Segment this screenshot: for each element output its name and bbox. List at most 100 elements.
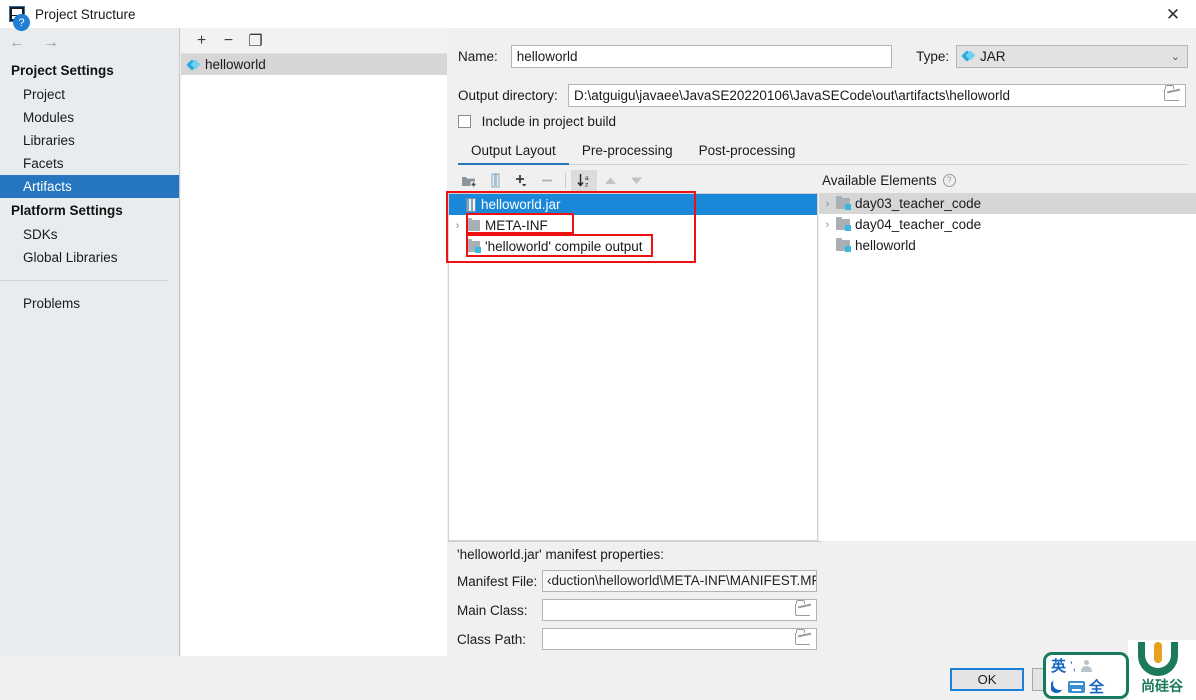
available-elements-header: Available Elements ? <box>822 168 956 193</box>
tab-pre-processing[interactable]: Pre-processing <box>569 143 686 164</box>
available-elements-tree[interactable]: › day03_teacher_code › day04_teacher_cod… <box>819 193 1196 541</box>
available-row-day04[interactable]: › day04_teacher_code <box>819 214 1196 235</box>
ime-width-label[interactable]: 全 <box>1089 676 1104 697</box>
chevron-right-icon[interactable]: › <box>449 220 466 232</box>
artifacts-list-panel: + − ❐ helloworld <box>181 28 447 656</box>
artifact-editor-panel: Name: helloworld Type: JAR ⌄ Output dire… <box>448 28 1196 656</box>
sidebar-item-project[interactable]: Project <box>0 83 179 106</box>
manifest-properties-section: 'helloworld.jar' manifest properties: Ma… <box>448 541 822 654</box>
main-class-input[interactable] <box>542 599 817 621</box>
artifacts-toolbar: + − ❐ <box>181 28 447 54</box>
tree-row-label: 'helloworld' compile output <box>485 239 643 254</box>
tree-row-helloworld-jar[interactable]: helloworld.jar <box>449 194 817 215</box>
output-layout-toolbar: a z <box>450 168 820 193</box>
ime-language-label[interactable]: 英 <box>1051 655 1066 676</box>
tab-post-processing[interactable]: Post-processing <box>686 143 809 164</box>
available-row-day03[interactable]: › day03_teacher_code <box>819 193 1196 214</box>
artifact-item-label: helloworld <box>205 57 266 72</box>
copy-artifact-icon[interactable]: ❐ <box>242 29 269 53</box>
output-directory-row: Output directory: D:\atguigu\javaee\Java… <box>458 83 1188 107</box>
keyboard-icon[interactable] <box>1068 681 1085 693</box>
settings-sidebar: ← → Project Settings Project Modules Lib… <box>0 28 180 656</box>
footer-help-icon[interactable]: ? <box>13 14 30 31</box>
ime-top-row: 英 ’, <box>1046 655 1126 676</box>
class-path-row: Class Path: <box>457 628 817 650</box>
ime-language-bar[interactable]: 英 ’, 全 <box>1043 652 1129 699</box>
move-down-icon[interactable] <box>623 170 649 192</box>
tab-output-layout[interactable]: Output Layout <box>458 143 569 164</box>
atguigu-logo-icon <box>1138 642 1178 676</box>
name-row: Name: helloworld Type: JAR ⌄ <box>458 44 1188 68</box>
add-copy-icon[interactable] <box>508 170 534 192</box>
manifest-title: 'helloworld.jar' manifest properties: <box>457 547 664 562</box>
jar-file-icon <box>466 198 476 212</box>
close-icon[interactable]: ✕ <box>1150 0 1196 28</box>
folder-browse-icon[interactable] <box>795 604 810 616</box>
window-title: Project Structure <box>35 7 136 22</box>
available-elements-label: Available Elements <box>822 173 937 188</box>
available-row-label: day03_teacher_code <box>855 196 981 211</box>
output-directory-value: D:\atguigu\javaee\JavaSE20220106\JavaSEC… <box>574 88 1010 103</box>
editor-tabs: Output Layout Pre-processing Post-proces… <box>458 138 1188 165</box>
jar-type-icon <box>962 50 975 63</box>
folder-browse-icon[interactable] <box>1164 89 1179 101</box>
main-class-row: Main Class: <box>457 599 817 621</box>
tree-row-compile-output[interactable]: 'helloworld' compile output <box>449 236 817 257</box>
remove-artifact-button[interactable]: − <box>215 29 242 53</box>
folder-browse-icon[interactable] <box>795 633 810 645</box>
title-bar: Project Structure ✕ <box>0 0 1196 28</box>
sidebar-item-problems[interactable]: Problems <box>0 292 179 315</box>
class-path-label: Class Path: <box>457 632 542 647</box>
module-icon <box>836 240 850 251</box>
remove-icon[interactable] <box>534 170 560 192</box>
project-structure-dialog: Project Structure ✕ ← → Project Settings… <box>0 0 1196 700</box>
forward-arrow-icon[interactable]: → <box>42 34 60 52</box>
module-icon <box>836 198 850 209</box>
add-artifact-button[interactable]: + <box>188 29 215 53</box>
tree-row-label: helloworld.jar <box>481 197 561 212</box>
type-select-value: JAR <box>980 49 1006 64</box>
manifest-file-label: Manifest File: <box>457 574 542 589</box>
moon-icon[interactable] <box>1051 680 1064 693</box>
output-directory-input[interactable]: D:\atguigu\javaee\JavaSE20220106\JavaSEC… <box>568 84 1186 107</box>
available-row-label: helloworld <box>855 238 916 253</box>
available-row-helloworld[interactable]: helloworld <box>819 235 1196 256</box>
manifest-file-input[interactable]: ‹duction\helloworld\META-INF\MANIFEST.MF <box>542 570 817 592</box>
back-arrow-icon[interactable]: ← <box>8 34 26 52</box>
artifacts-list-item-helloworld[interactable]: helloworld <box>181 54 447 75</box>
tree-row-meta-inf[interactable]: › META-INF <box>449 215 817 236</box>
ok-button[interactable]: OK <box>950 668 1024 691</box>
sidebar-item-sdks[interactable]: SDKs <box>0 223 179 246</box>
sidebar-group-platform-settings: Platform Settings <box>0 198 179 223</box>
person-icon[interactable] <box>1080 660 1092 672</box>
class-path-input[interactable] <box>542 628 817 650</box>
add-directory-icon[interactable] <box>456 170 482 192</box>
chevron-down-icon: ⌄ <box>1171 50 1180 63</box>
help-icon[interactable]: ? <box>943 174 956 187</box>
chevron-right-icon[interactable]: › <box>819 219 836 231</box>
folder-icon <box>466 220 480 231</box>
sidebar-item-modules[interactable]: Modules <box>0 106 179 129</box>
available-row-label: day04_teacher_code <box>855 217 981 232</box>
sidebar-item-facets[interactable]: Facets <box>0 152 179 175</box>
sort-alphabetically-icon[interactable]: a z <box>571 170 597 192</box>
toolbar-divider <box>565 173 566 188</box>
create-archive-icon[interactable] <box>482 170 508 192</box>
sidebar-item-global-libraries[interactable]: Global Libraries <box>0 246 179 269</box>
sidebar-item-libraries[interactable]: Libraries <box>0 129 179 152</box>
sidebar-item-artifacts[interactable]: Artifacts <box>0 175 179 198</box>
sidebar-nav-arrows: ← → <box>0 28 179 58</box>
module-icon <box>836 219 850 230</box>
type-label: Type: <box>916 49 956 64</box>
include-in-project-build-checkbox[interactable] <box>458 115 471 128</box>
name-input[interactable]: helloworld <box>511 45 892 68</box>
type-select[interactable]: JAR ⌄ <box>956 45 1188 68</box>
move-up-icon[interactable] <box>597 170 623 192</box>
watermark-brand-text: 尚硅谷 <box>1128 676 1196 696</box>
tree-row-label: META-INF <box>485 218 548 233</box>
ime-punctuation-label[interactable]: ’, <box>1070 659 1076 673</box>
output-layout-tree[interactable]: helloworld.jar › META-INF 'helloworld' c… <box>448 193 818 541</box>
chevron-right-icon[interactable]: › <box>819 198 836 210</box>
jar-artifact-icon <box>187 58 200 71</box>
include-in-project-build-row[interactable]: Include in project build <box>458 113 616 129</box>
